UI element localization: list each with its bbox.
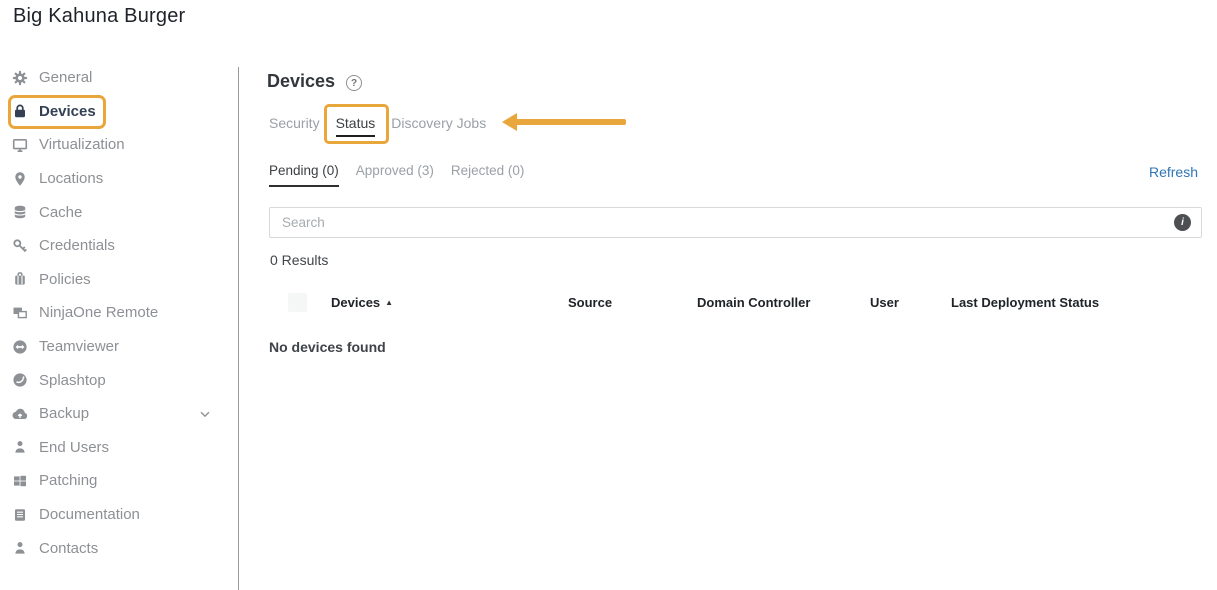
document-icon — [12, 507, 28, 523]
gear-icon — [12, 70, 28, 86]
search-bar: i — [269, 207, 1202, 238]
sidebar-item-label: Documentation — [39, 506, 140, 523]
sidebar-item-cache[interactable]: Cache — [0, 195, 238, 229]
help-icon[interactable]: ? — [346, 75, 362, 91]
monitor-icon — [12, 137, 28, 153]
briefcase-icon — [12, 271, 28, 287]
subtab-rejected[interactable]: Rejected (0) — [451, 163, 525, 187]
sidebar-item-patching[interactable]: Patching — [0, 464, 238, 498]
search-input[interactable] — [270, 215, 1174, 230]
sidebar-item-contacts[interactable]: Contacts — [0, 531, 238, 565]
sidebar-item-label: Virtualization — [39, 136, 125, 153]
cloud-backup-icon — [12, 406, 28, 422]
sidebar-item-label: Policies — [39, 271, 91, 288]
sidebar-item-end-users[interactable]: End Users — [0, 431, 238, 465]
sidebar-item-teamviewer[interactable]: Teamviewer — [0, 330, 238, 364]
empty-table-message: No devices found — [269, 339, 386, 355]
sidebar-divider — [238, 67, 239, 590]
sidebar-item-policies[interactable]: Policies — [0, 263, 238, 297]
person-icon — [12, 439, 28, 455]
results-count: 0 Results — [270, 252, 328, 268]
patch-grid-icon — [12, 473, 28, 489]
sidebar-item-devices[interactable]: Devices — [0, 95, 238, 129]
devices-tabs: Security Status Discovery Jobs — [269, 115, 486, 137]
tab-security[interactable]: Security — [269, 115, 320, 137]
tab-status[interactable]: Status — [336, 115, 376, 137]
lock-icon — [12, 103, 28, 119]
page-title: Big Kahuna Burger — [13, 5, 185, 28]
sidebar-item-credentials[interactable]: Credentials — [0, 229, 238, 263]
key-icon — [12, 238, 28, 254]
column-header-devices[interactable]: Devices▲ — [331, 295, 393, 310]
column-header-domain-controller[interactable]: Domain Controller — [697, 295, 810, 310]
sidebar-item-label: Cache — [39, 204, 82, 221]
sidebar-item-locations[interactable]: Locations — [0, 162, 238, 196]
column-header-last-deployment-status[interactable]: Last Deployment Status — [951, 295, 1099, 310]
sidebar-item-backup[interactable]: Backup — [0, 397, 238, 431]
sidebar-item-documentation[interactable]: Documentation — [0, 498, 238, 532]
database-icon — [12, 204, 28, 220]
info-icon[interactable]: i — [1174, 214, 1191, 231]
annotation-arrow-left-icon — [502, 113, 626, 131]
sidebar-item-label: Patching — [39, 472, 97, 489]
refresh-link[interactable]: Refresh — [1149, 164, 1198, 180]
sidebar-item-splashtop[interactable]: Splashtop — [0, 363, 238, 397]
organization-settings-page: Big Kahuna Burger General Devices Virtua… — [0, 0, 1217, 590]
sidebar-item-label: Devices — [39, 103, 96, 120]
subtab-approved[interactable]: Approved (3) — [356, 163, 434, 187]
sidebar-item-label: Credentials — [39, 237, 115, 254]
select-all-checkbox[interactable] — [288, 293, 307, 312]
column-header-source[interactable]: Source — [568, 295, 612, 310]
person-icon — [12, 540, 28, 556]
sidebar-item-label: Teamviewer — [39, 338, 119, 355]
sidebar-item-label: Backup — [39, 405, 89, 422]
sort-asc-icon: ▲ — [385, 298, 393, 307]
sidebar-item-label: Contacts — [39, 540, 98, 557]
sidebar-item-label: General — [39, 69, 92, 86]
sidebar-item-label: Splashtop — [39, 372, 106, 389]
page-section-title: Devices — [267, 71, 335, 92]
sidebar-item-virtualization[interactable]: Virtualization — [0, 128, 238, 162]
sidebar-item-general[interactable]: General — [0, 61, 238, 95]
tab-discovery-jobs[interactable]: Discovery Jobs — [391, 115, 486, 137]
column-header-user[interactable]: User — [870, 295, 899, 310]
sidebar-item-label: End Users — [39, 439, 109, 456]
teamviewer-icon — [12, 339, 28, 355]
chevron-down-icon[interactable] — [198, 407, 212, 426]
subtab-pending[interactable]: Pending (0) — [269, 163, 339, 187]
sidebar-item-label: Locations — [39, 170, 103, 187]
splashtop-icon — [12, 372, 28, 388]
status-subtabs: Pending (0) Approved (3) Rejected (0) — [269, 163, 524, 187]
map-pin-icon — [12, 171, 28, 187]
devices-table-header: Devices▲ Source Domain Controller User L… — [0, 293, 1217, 313]
